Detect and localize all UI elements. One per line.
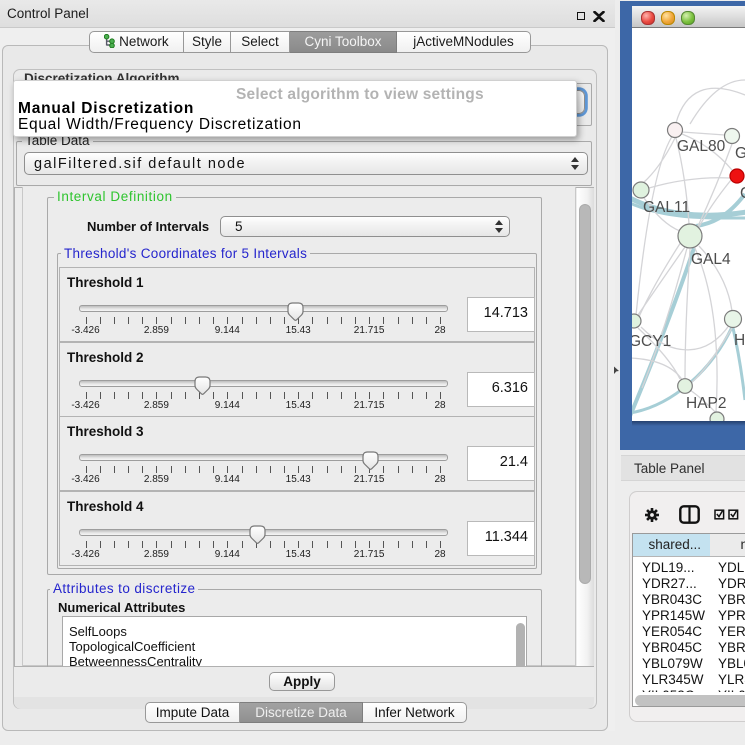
svg-text:GAL80: GAL80	[677, 138, 726, 155]
svg-text:GAL11: GAL11	[643, 199, 690, 216]
svg-text:GCY1: GCY1	[632, 333, 671, 350]
svg-text:HAP2: HAP2	[686, 395, 727, 412]
svg-text:GAL4: GAL4	[691, 251, 731, 268]
svg-text:H: H	[734, 332, 745, 349]
svg-text:GA: GA	[735, 145, 745, 162]
svg-text:G: G	[740, 185, 745, 202]
